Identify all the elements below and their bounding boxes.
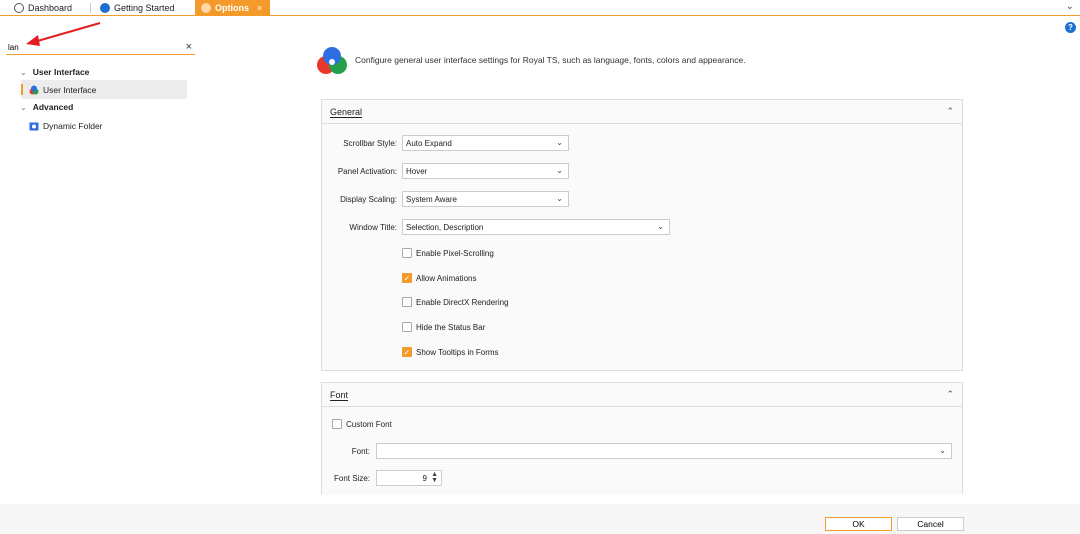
panel-activation-select[interactable]: Hover ⌄ <box>402 163 569 179</box>
chevron-down-icon[interactable]: ⌄ <box>20 68 27 77</box>
font-label: Font: <box>351 447 370 456</box>
tab-options[interactable]: Options × <box>195 0 270 15</box>
checkbox-label: Custom Font <box>346 419 392 429</box>
panel-title: Font <box>330 389 349 400</box>
scrollbar-style-select[interactable]: Auto Expand ⌄ <box>402 135 569 151</box>
tree-item-label: User Interface <box>43 84 97 95</box>
checkbox-label: Allow Animations <box>416 273 477 283</box>
stepper-value: 9 <box>422 473 427 483</box>
color-palette-icon <box>29 85 39 94</box>
display-scaling-label: Display Scaling: <box>340 195 397 204</box>
tree-item-label: Dynamic Folder <box>43 120 103 131</box>
ok-button[interactable]: OK <box>825 517 892 531</box>
chevron-down-icon: ⌄ <box>657 222 664 231</box>
tab-separator <box>90 3 91 13</box>
checkbox-box[interactable] <box>402 248 412 258</box>
folder-icon <box>29 122 39 130</box>
checkbox-label: Enable DirectX Rendering <box>416 297 509 307</box>
chevron-down-icon: ⌄ <box>556 166 563 175</box>
tree-item-dynamic-folder[interactable]: Dynamic Folder <box>21 116 187 135</box>
checkbox-label: Enable Pixel-Scrolling <box>416 248 494 258</box>
chevron-down-icon: ⌄ <box>939 446 946 455</box>
dashboard-icon <box>14 2 24 13</box>
show-tooltips-checkbox[interactable]: ✓ Show Tooltips in Forms <box>402 347 499 357</box>
tree-group-advanced[interactable]: ⌄ Advanced <box>20 102 73 112</box>
font-panel-header[interactable]: Font ⌃ <box>322 383 962 407</box>
font-size-stepper[interactable]: 9 ▲ ▼ <box>376 470 442 486</box>
checkbox-box[interactable] <box>332 419 342 429</box>
chevron-down-icon: ⌄ <box>556 138 563 147</box>
enable-directx-rendering-checkbox[interactable]: Enable DirectX Rendering <box>402 297 509 307</box>
font-panel-body: Custom Font Font: ⌄ Font Size: 9 ▲ ▼ <box>322 407 962 495</box>
font-select[interactable]: ⌄ <box>376 443 952 459</box>
tab-getting-started[interactable]: Getting Started <box>94 0 181 15</box>
font-panel: Font ⌃ Custom Font Font: ⌄ Font Size: 9 … <box>321 382 963 495</box>
tab-label: Options <box>215 2 249 13</box>
chevron-up-icon[interactable]: ⌃ <box>946 106 954 117</box>
gear-icon <box>201 2 211 13</box>
select-value: Auto Expand <box>406 138 452 148</box>
page-description: Configure general user interface setting… <box>355 55 746 65</box>
clear-search-icon[interactable]: × <box>186 41 192 53</box>
select-value: Hover <box>406 166 428 176</box>
window-title-select[interactable]: Selection, Description ⌄ <box>402 219 670 235</box>
close-icon[interactable]: × <box>257 3 262 13</box>
checkbox-box-checked[interactable]: ✓ <box>402 347 412 357</box>
general-panel: General ⌃ Scrollbar Style: Auto Expand ⌄… <box>321 99 963 371</box>
tree-group-label: Advanced <box>32 102 74 112</box>
panel-title: General <box>330 106 363 117</box>
scrollbar-style-label: Scrollbar Style: <box>343 139 397 148</box>
general-panel-header[interactable]: General ⌃ <box>322 100 962 124</box>
checkbox-box-checked[interactable]: ✓ <box>402 273 412 283</box>
chevron-down-icon: ⌄ <box>556 194 563 203</box>
chevron-down-icon[interactable]: ⌄ <box>20 103 27 112</box>
help-icon <box>100 2 110 13</box>
panel-activation-label: Panel Activation: <box>337 167 397 176</box>
user-interface-icon <box>317 47 347 74</box>
window-title-label: Window Title: <box>349 223 397 232</box>
checkbox-label: Hide the Status Bar <box>416 322 486 332</box>
custom-font-checkbox[interactable]: Custom Font <box>332 419 392 429</box>
checkbox-box[interactable] <box>402 322 412 332</box>
chevron-up-icon[interactable]: ⌃ <box>946 389 954 400</box>
chevron-down-icon[interactable]: ⌄ <box>1066 1 1074 12</box>
checkbox-box[interactable] <box>402 297 412 307</box>
display-scaling-select[interactable]: System Aware ⌄ <box>402 191 569 207</box>
tree-group-label: User Interface <box>32 67 90 77</box>
general-panel-body: Scrollbar Style: Auto Expand ⌄ Panel Act… <box>322 124 962 370</box>
allow-animations-checkbox[interactable]: ✓ Allow Animations <box>402 273 476 283</box>
font-size-label: Font Size: <box>333 474 370 483</box>
enable-pixel-scrolling-checkbox[interactable]: Enable Pixel-Scrolling <box>402 248 494 258</box>
checkbox-label: Show Tooltips in Forms <box>416 347 499 357</box>
tab-dashboard[interactable]: Dashboard <box>8 0 78 15</box>
select-value: Selection, Description <box>406 222 484 232</box>
stepper-arrows-icon[interactable]: ▲ ▼ <box>431 471 438 484</box>
tree-item-user-interface[interactable]: User Interface <box>21 80 187 99</box>
annotation-arrow <box>26 22 101 46</box>
cancel-button[interactable]: Cancel <box>897 517 964 531</box>
hide-status-bar-checkbox[interactable]: Hide the Status Bar <box>402 322 485 332</box>
tab-label: Dashboard <box>28 2 73 13</box>
tree-group-user-interface[interactable]: ⌄ User Interface <box>20 67 89 77</box>
tab-label: Getting Started <box>114 2 175 13</box>
help-icon[interactable]: ? <box>1065 22 1076 33</box>
select-value: System Aware <box>406 194 457 204</box>
tab-bar: Dashboard Getting Started Options × ⌄ <box>0 0 1080 16</box>
